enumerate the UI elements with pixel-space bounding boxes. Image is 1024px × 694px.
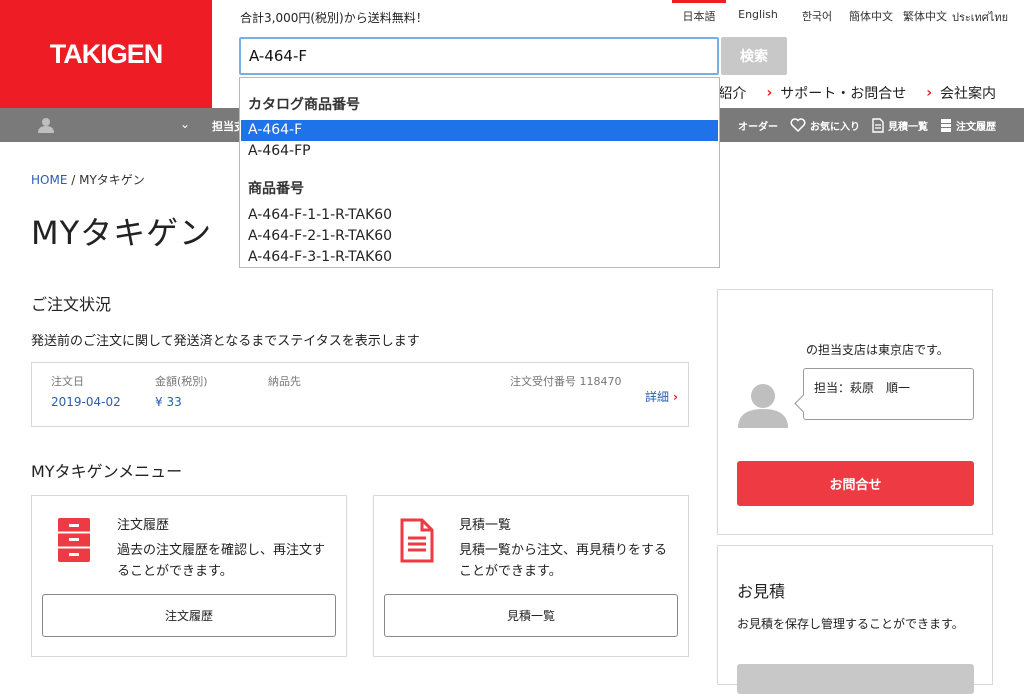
nav-item-company[interactable]: › 会社案内 [926, 83, 996, 103]
autocomplete-item[interactable]: A-464-F [241, 120, 718, 141]
order-history-button[interactable]: 注文履歴 [42, 594, 336, 637]
chevron-right-icon: › [766, 85, 773, 101]
free-shipping-banner: 合計3,000円(税別)から送料無料！ [240, 11, 428, 25]
search-input[interactable] [239, 37, 719, 75]
lang-korean[interactable]: 한국어 [790, 0, 844, 24]
cabinet-icon [58, 518, 90, 562]
lang-traditional-chinese[interactable]: 繁体中文 [898, 0, 952, 24]
search-button[interactable]: 検索 [721, 37, 787, 75]
logo-text: TAKIGEN [49, 38, 163, 69]
page-title: MYタキゲン [31, 214, 213, 252]
order-detail-link[interactable]: 詳細 › [645, 388, 678, 405]
top-nav: 紹介 › サポート・お問合せ › 会社案内 [718, 83, 996, 103]
autocomplete-item[interactable]: A-464-F-3-1-R-TAK60 [241, 247, 718, 268]
quote-panel-button[interactable] [737, 664, 974, 694]
chevron-right-icon: › [673, 390, 678, 404]
chevron-right-icon: › [926, 85, 932, 101]
heart-icon [790, 118, 806, 132]
order-history-link[interactable]: 注文履歴 [940, 118, 996, 133]
order-destination-label: 納品先 [268, 375, 301, 388]
lang-english[interactable]: English [726, 0, 790, 24]
branch-info: の担当支店は東京店です。 [806, 343, 949, 357]
logo[interactable]: TAKIGEN [0, 0, 212, 108]
language-switcher: 日本語 English 한국어 簡体中文 繁体中文 ประเทศไทย [672, 0, 1008, 24]
rep-name: 担当：萩原 順一 [814, 381, 911, 395]
branch-panel: の担当支店は東京店です。 担当：萩原 順一 お問合せ [717, 289, 993, 535]
avatar [738, 384, 788, 428]
autocomplete-item[interactable]: A-464-F-2-1-R-TAK60 [241, 226, 718, 247]
cabinet-icon [941, 118, 951, 132]
quotes-link[interactable]: 見積一覧 [872, 117, 928, 133]
order-link[interactable]: オーダー [738, 118, 778, 133]
order-date-value: 2019-04-02 [51, 395, 121, 409]
breadcrumb-current: MYタキゲン [79, 173, 145, 187]
order-history-title: 注文履歴 [117, 518, 170, 533]
lang-thai[interactable]: ประเทศไทย [952, 0, 1008, 24]
user-icon[interactable] [38, 117, 54, 133]
quote-list-card: 見積一覧 見積一覧から注文、再見積りをすることができます。 見積一覧 [373, 495, 689, 657]
nav-support-label: サポート・お問合せ [780, 86, 907, 102]
breadcrumb-home[interactable]: HOME [31, 173, 67, 187]
quote-panel: お見積 お見積を保存し管理することができます。 [717, 545, 993, 694]
order-amount-label: 金額(税別) [155, 375, 208, 388]
search-autocomplete: カタログ商品番号 A-464-F A-464-FP 商品番号 A-464-F-1… [239, 77, 720, 268]
lang-simplified-chinese[interactable]: 簡体中文 [844, 0, 898, 24]
autocomplete-group-catalog: カタログ商品番号 [248, 97, 360, 113]
order-status-description: 発送前のご注文に関して発送済となるまでステイタスを表示します [31, 334, 420, 349]
document-icon [400, 518, 434, 563]
quote-panel-title: お見積 [737, 582, 786, 601]
quote-panel-description: お見積を保存し管理することができます。 [737, 617, 964, 631]
quote-list-title: 見積一覧 [459, 518, 512, 533]
order-date-label: 注文日 [51, 375, 84, 388]
rep-bubble: 担当：萩原 順一 [803, 368, 974, 420]
lang-japanese[interactable]: 日本語 [672, 0, 726, 24]
autocomplete-group-product: 商品番号 [248, 181, 304, 197]
nav-item-partial[interactable]: 紹介 [718, 83, 746, 103]
order-row: 注文日 金額(税別) 納品先 注文受付番号 118470 2019-04-02 … [31, 362, 689, 427]
order-receipt-number: 注文受付番号 118470 [510, 375, 622, 388]
document-icon [872, 117, 884, 133]
nav-item-support[interactable]: › サポート・お問合せ [766, 83, 906, 103]
autocomplete-item[interactable]: A-464-F-1-1-R-TAK60 [241, 205, 718, 226]
order-history-card: 注文履歴 過去の注文履歴を確認し、再注文することができます。 注文履歴 [31, 495, 347, 657]
quote-list-description: 見積一覧から注文、再見積りをすることができます。 [459, 543, 668, 579]
quote-list-button[interactable]: 見積一覧 [384, 594, 678, 637]
order-status-heading: ご注文状況 [31, 295, 112, 314]
breadcrumb: HOME / MYタキゲン [31, 173, 145, 187]
menu-heading: MYタキゲンメニュー [31, 462, 183, 481]
nav-company-label: 会社案内 [940, 86, 996, 102]
favorites-link[interactable]: お気に入り [790, 118, 860, 133]
contact-button[interactable]: お問合せ [737, 461, 974, 506]
order-history-description: 過去の注文履歴を確認し、再注文することができます。 [117, 543, 326, 579]
chevron-down-icon[interactable]: ⌄ [180, 117, 190, 131]
autocomplete-item[interactable]: A-464-FP [241, 141, 718, 162]
order-amount-value: ¥ 33 [155, 395, 182, 409]
